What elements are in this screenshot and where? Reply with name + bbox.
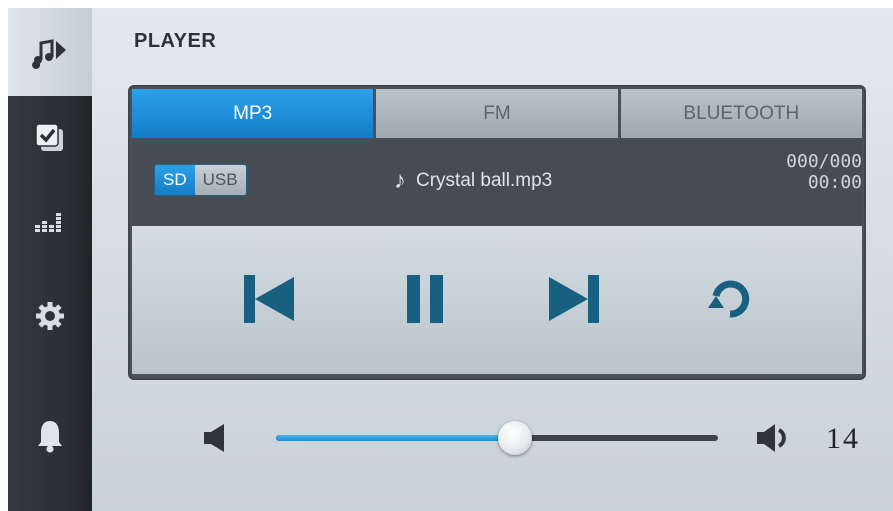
checklist-icon [35, 123, 63, 151]
previous-track-button[interactable] [238, 269, 300, 329]
equalizer-icon [35, 213, 61, 232]
sidebar-item-equalizer[interactable] [8, 180, 92, 264]
skip-next-icon [549, 275, 599, 323]
sd-button[interactable]: SD [155, 165, 195, 195]
skip-previous-icon [244, 275, 294, 323]
sidebar [8, 8, 92, 511]
tab-bluetooth[interactable]: BLUETOOTH [620, 89, 862, 138]
storage-source-toggle: SD USB [154, 164, 247, 196]
sidebar-item-notifications[interactable] [8, 394, 92, 478]
track-counter: 000/000 00:00 [786, 151, 862, 193]
next-track-button[interactable] [543, 269, 605, 329]
tab-fm[interactable]: FM [376, 89, 618, 138]
track-name: Crystal ball.mp3 [416, 170, 553, 191]
track-info-bar: SD USB ♪ Crystal ball.mp3 000/000 00:00 [132, 139, 862, 225]
volume-value: 14 [826, 422, 860, 455]
source-tabs: MP3 FM BLUETOOTH [132, 89, 862, 138]
now-playing: ♪ Crystal ball.mp3 [394, 167, 552, 195]
volume-down-icon[interactable] [202, 422, 226, 454]
volume-row: 14 [92, 408, 893, 468]
usb-button[interactable]: USB [194, 165, 246, 195]
volume-up-icon[interactable] [755, 422, 789, 454]
repeat-icon [708, 280, 750, 318]
sidebar-item-settings[interactable] [8, 274, 92, 358]
tab-mp3[interactable]: MP3 [132, 89, 374, 138]
music-player-icon [32, 39, 66, 69]
gear-icon [36, 302, 64, 330]
track-time: 00:00 [807, 172, 862, 193]
sidebar-item-player[interactable] [8, 8, 92, 96]
volume-slider[interactable] [276, 421, 718, 455]
pause-icon [407, 275, 443, 323]
playback-controls [132, 226, 862, 374]
player-screen: PLAYER MP3 FM BLUETOOTH SD USB ♪ Crystal… [92, 8, 893, 511]
music-note-icon: ♪ [394, 167, 406, 194]
page-title: PLAYER [134, 30, 217, 52]
bell-icon [38, 421, 62, 453]
pause-button[interactable] [394, 269, 456, 329]
sidebar-item-tasks[interactable] [8, 96, 92, 180]
volume-slider-knob[interactable] [497, 421, 532, 455]
repeat-button[interactable] [699, 269, 761, 329]
player-panel: MP3 FM BLUETOOTH SD USB ♪ Crystal ball.m… [128, 85, 866, 380]
volume-fill [276, 435, 515, 441]
track-index: 000/000 [786, 151, 862, 172]
